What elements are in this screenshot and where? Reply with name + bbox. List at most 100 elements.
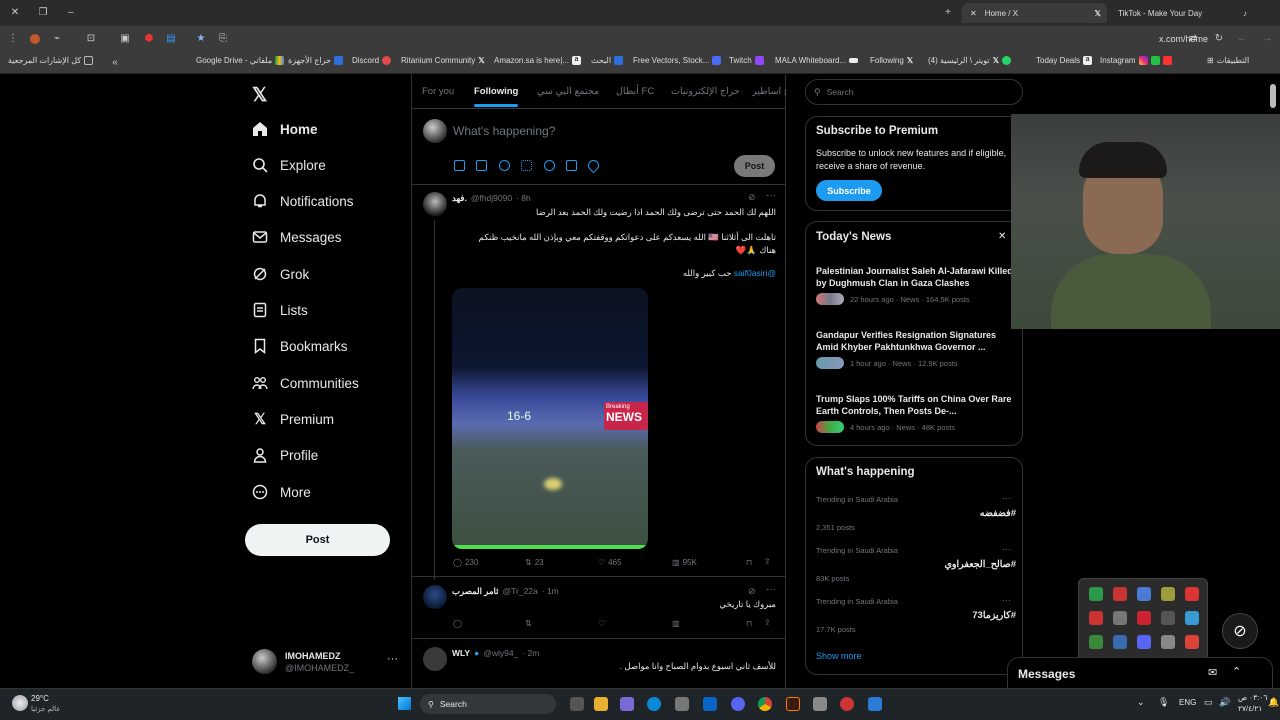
weather-text[interactable]: عالم جزئيا <box>31 705 60 713</box>
chrome-tray-icon[interactable] <box>1185 635 1199 649</box>
weather-icon[interactable] <box>12 695 28 711</box>
store-icon[interactable] <box>675 697 689 711</box>
reload-icon[interactable]: ↻ <box>1214 34 1224 44</box>
repost-button[interactable]: ⇅ 23 <box>525 558 544 567</box>
volume-icon[interactable]: 🔊 <box>1219 697 1230 708</box>
weather-temp[interactable]: 29°C <box>31 694 49 703</box>
tweet-video[interactable]: 16-6 Breaking NEWS <box>452 288 648 549</box>
tweet-more-icon[interactable]: ··· <box>766 190 776 201</box>
like-button[interactable]: ♡ 465 <box>598 558 622 567</box>
bookmark-apps[interactable]: ⊞ التطبيقات <box>1207 56 1249 65</box>
schedule-icon[interactable] <box>566 160 577 171</box>
tweet-avatar[interactable] <box>423 647 447 671</box>
tab-fc-champions[interactable]: أبطال FC <box>616 86 654 97</box>
adblock-icon[interactable]: ⬢ <box>144 34 154 44</box>
tab-home-x[interactable]: ✕ Home / X 𝕏 <box>962 3 1107 23</box>
site-settings-icon[interactable]: ⇄ <box>1188 34 1198 44</box>
app-tray-icon[interactable] <box>1089 611 1103 625</box>
subscribe-button[interactable]: Subscribe <box>816 180 882 201</box>
split-screen-icon[interactable]: ▣ <box>120 34 130 44</box>
close-window-icon[interactable]: ✕ <box>10 8 20 18</box>
bookmark-haraj[interactable]: حراج الأجهزة <box>288 56 343 65</box>
media-icon[interactable] <box>454 160 465 171</box>
chevron-left-icon[interactable]: « <box>110 58 120 68</box>
gif-icon[interactable] <box>476 160 487 171</box>
tab-pc-community[interactable]: مجتمع البي سي <box>537 86 599 97</box>
tweet-author-name[interactable]: WLY <box>452 648 470 658</box>
app-icon[interactable] <box>840 697 854 711</box>
discord-tray-icon[interactable] <box>1137 635 1151 649</box>
app-tray-icon[interactable] <box>1161 635 1175 649</box>
sidebar-item-grok[interactable]: Grok <box>252 266 309 282</box>
account-switcher[interactable]: IMOHAMEDZ @IMOHAMEDZ_ ··· <box>252 647 410 677</box>
news-item[interactable]: Palestinian Journalist Saleh Al-Jafarawi… <box>816 265 1016 305</box>
task-view-icon[interactable] <box>570 697 584 711</box>
video-progress[interactable] <box>452 545 648 549</box>
clock-time[interactable]: ٠٣:٠٦ ص <box>1238 693 1267 702</box>
like-button[interactable]: ♡ <box>598 619 605 628</box>
sidebar-item-profile[interactable]: Profile <box>252 447 318 463</box>
composer-post-button[interactable]: Post <box>734 155 775 177</box>
back-icon[interactable]: ← <box>1237 34 1247 44</box>
post-button[interactable]: Post <box>245 524 390 556</box>
copilot-icon[interactable] <box>620 697 634 711</box>
windows-start-icon[interactable] <box>398 697 411 710</box>
grok-explain-icon[interactable]: ⊘ <box>748 192 756 203</box>
tab-for-you[interactable]: For you <box>422 86 454 97</box>
tab-legends[interactable]: حراج اساطير <box>752 86 786 97</box>
nvidia-tray-icon[interactable] <box>1089 635 1103 649</box>
bookmark-tweet-icon[interactable]: ⊓ <box>746 558 752 567</box>
sidebar-item-notifications[interactable]: Notifications <box>252 193 354 209</box>
share-icon[interactable]: ⇪ <box>764 557 771 566</box>
tweet-time[interactable]: · 8h <box>516 193 531 204</box>
trend-item[interactable]: Trending in Saudi Arabia #كاريزما73 17.7… <box>816 597 1016 634</box>
tweet-avatar[interactable] <box>423 192 447 216</box>
tweet-author-name[interactable]: ثامر المصرب <box>452 586 499 597</box>
search-bar[interactable]: ⚲ Search <box>805 79 1023 105</box>
news-item[interactable]: Trump Slaps 100% Tariffs on China Over R… <box>816 393 1016 433</box>
tab-tiktok[interactable]: TikTok - Make Your Day ♪ <box>1110 3 1255 23</box>
bookmark-twitter-home[interactable]: (4) تويتر \ الرئيسية 𝕏 <box>928 56 1012 65</box>
sidebar-item-more[interactable]: More <box>252 484 311 500</box>
bookmark-all[interactable]: كل الإشارات المرجعية <box>8 56 94 65</box>
app-tray-icon[interactable] <box>1137 587 1151 601</box>
steam-tray-icon[interactable] <box>1113 635 1127 649</box>
address-bar[interactable]: x.com/home <box>1159 34 1208 44</box>
bookmark-mala[interactable]: MALA Whiteboard... <box>775 56 859 65</box>
bookmark-freevectors[interactable]: Free Vectors, Stock... <box>633 56 722 65</box>
share-icon[interactable]: ⎘ <box>218 34 228 44</box>
tweet-time[interactable]: · 1m <box>542 586 559 597</box>
vpn-icon[interactable]: ▤ <box>166 34 176 44</box>
grok-floating-button[interactable]: ⊘ <box>1222 613 1258 649</box>
views-button[interactable]: ▥ 95K <box>672 558 697 567</box>
reply-button[interactable]: ◯ <box>453 619 462 628</box>
messages-drawer[interactable]: Messages ✉ ⌃ <box>1007 657 1273 689</box>
app-tray-icon[interactable] <box>1113 587 1127 601</box>
tweet-time[interactable]: · 2m <box>522 648 539 658</box>
app-tray-icon[interactable] <box>1137 611 1151 625</box>
tweet-author-handle[interactable]: @wly94_ <box>483 648 518 658</box>
microphone-icon[interactable]: 🎙 <box>1158 697 1169 708</box>
restore-window-icon[interactable]: ❐ <box>38 8 48 18</box>
sidebar-item-home[interactable]: Home <box>252 121 318 137</box>
file-explorer-icon[interactable] <box>594 697 608 711</box>
bookmark-today-deals[interactable]: Today Deals a <box>1036 56 1093 65</box>
bookmark-search[interactable]: البحث <box>591 56 624 65</box>
network-icon[interactable]: ▭ <box>1204 697 1213 708</box>
bookmark-tweet-icon[interactable]: ⊓ <box>746 619 752 628</box>
close-icon[interactable]: ✕ <box>998 231 1006 242</box>
tweet-author-handle[interactable]: @fhdj9090 <box>471 193 512 204</box>
reply-button[interactable]: ◯ 230 <box>453 558 478 567</box>
x-logo-icon[interactable]: 𝕏 <box>252 84 267 107</box>
search-input[interactable]: Search <box>827 87 854 97</box>
share-icon[interactable]: ⇪ <box>764 618 771 627</box>
favorite-star-icon[interactable]: ★ <box>196 34 206 44</box>
forward-icon[interactable]: → <box>1262 34 1272 44</box>
menu-dots-icon[interactable]: ⋮ <box>8 34 18 44</box>
app-tray-icon[interactable] <box>1185 587 1199 601</box>
tray-overflow-chevron-icon[interactable]: ⌄ <box>1137 697 1145 708</box>
bookmark-instagram[interactable]: Instagram <box>1100 56 1172 65</box>
app-icon[interactable] <box>813 697 827 711</box>
bookmark-following[interactable]: Following 𝕏 <box>870 56 913 65</box>
edge-icon[interactable] <box>647 697 661 711</box>
